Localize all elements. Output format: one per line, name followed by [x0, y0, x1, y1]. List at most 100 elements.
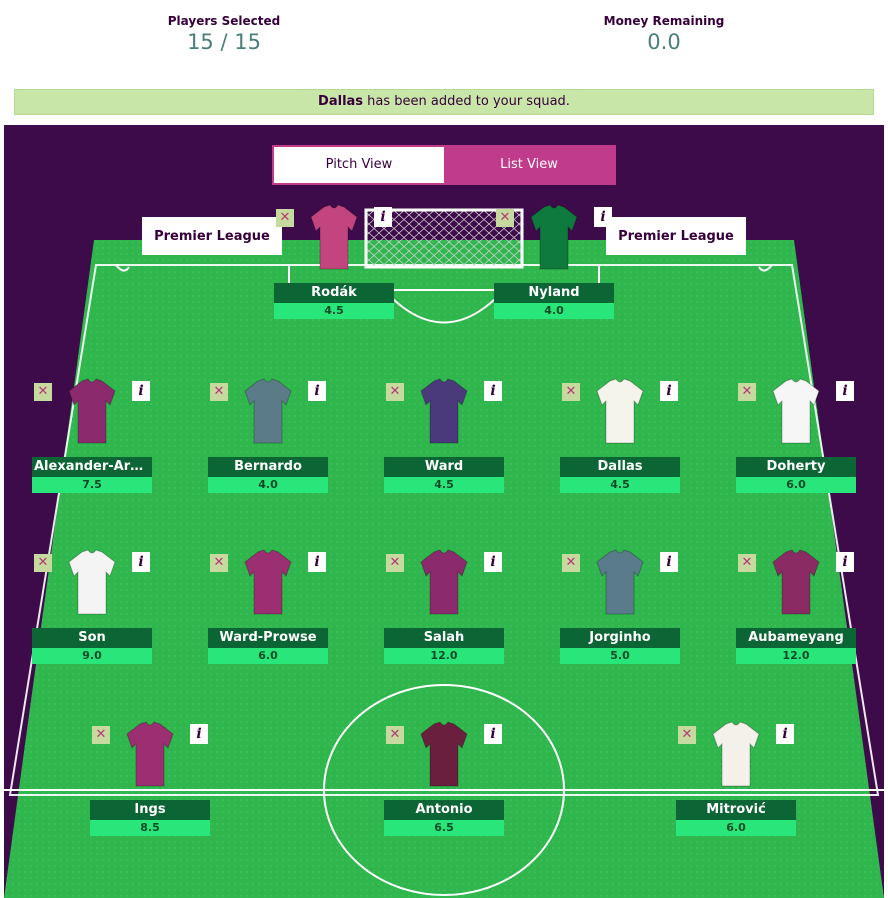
- shirt-icon: [68, 549, 116, 615]
- player-card[interactable]: ✕ i Salah 12.0: [384, 548, 504, 668]
- player-info-icon[interactable]: i: [484, 381, 502, 401]
- player-name: Nyland: [494, 283, 614, 303]
- player-info-icon[interactable]: i: [776, 724, 794, 744]
- shirt-icon: [530, 204, 578, 270]
- shirt-icon: [68, 378, 116, 444]
- player-name: Salah: [384, 628, 504, 648]
- player-info-icon[interactable]: i: [190, 724, 208, 744]
- player-card[interactable]: ✕ i Ward-Prowse 6.0: [208, 548, 328, 668]
- pitch-area: Pitch View List View Premier League Prem…: [4, 125, 884, 898]
- player-price: 6.5: [384, 820, 504, 836]
- shirt-icon: [596, 378, 644, 444]
- remove-player-icon[interactable]: ✕: [678, 726, 696, 744]
- player-info-icon[interactable]: i: [660, 552, 678, 572]
- player-card[interactable]: ✕ i Mitrović 6.0: [676, 720, 796, 840]
- player-name: Antonio: [384, 800, 504, 820]
- player-name: Ings: [90, 800, 210, 820]
- shirt-icon: [420, 721, 468, 787]
- shirt-icon: [712, 721, 760, 787]
- player-name: Ward: [384, 457, 504, 477]
- remove-player-icon[interactable]: ✕: [496, 209, 514, 227]
- remove-player-icon[interactable]: ✕: [210, 383, 228, 401]
- shirt-icon: [244, 378, 292, 444]
- player-card[interactable]: ✕ i Antonio 6.5: [384, 720, 504, 840]
- premier-league-logo-left: Premier League: [154, 228, 270, 244]
- player-card[interactable]: ✕ i Son 9.0: [32, 548, 152, 668]
- shirt-icon: [244, 549, 292, 615]
- player-info-icon[interactable]: i: [374, 207, 392, 227]
- player-info-icon[interactable]: i: [308, 552, 326, 572]
- player-name: Aubameyang: [736, 628, 856, 648]
- player-price: 4.0: [494, 303, 614, 319]
- player-card[interactable]: ✕ i Jorginho 5.0: [560, 548, 680, 668]
- shirt-icon: [772, 549, 820, 615]
- players-selected-value: 15 / 15: [187, 30, 261, 54]
- players-selected: Players Selected 15 / 15: [114, 14, 334, 54]
- player-info-icon[interactable]: i: [484, 724, 502, 744]
- remove-player-icon[interactable]: ✕: [738, 554, 756, 572]
- pitch-view-button[interactable]: Pitch View: [274, 147, 444, 183]
- player-name: Dallas: [560, 457, 680, 477]
- shirt-icon: [772, 378, 820, 444]
- player-price: 6.0: [736, 477, 856, 493]
- player-price: 6.0: [676, 820, 796, 836]
- player-card[interactable]: ✕ i Bernardo 4.0: [208, 377, 328, 497]
- remove-player-icon[interactable]: ✕: [386, 383, 404, 401]
- premier-league-board-left: Premier League: [142, 217, 282, 255]
- player-price: 12.0: [736, 648, 856, 664]
- player-info-icon[interactable]: i: [132, 552, 150, 572]
- player-card[interactable]: ✕ i Dallas 4.5: [560, 377, 680, 497]
- stats-bar: Players Selected 15 / 15 Money Remaining…: [0, 0, 888, 88]
- player-name: Doherty: [736, 457, 856, 477]
- player-card[interactable]: ✕ i Alexander-Arno... 7.5: [32, 377, 152, 497]
- player-price: 6.0: [208, 648, 328, 664]
- player-price: 12.0: [384, 648, 504, 664]
- player-info-icon[interactable]: i: [484, 552, 502, 572]
- player-card[interactable]: ✕ i Ings 8.5: [90, 720, 210, 840]
- player-info-icon[interactable]: i: [308, 381, 326, 401]
- premier-league-board-right: Premier League: [606, 217, 746, 255]
- player-info-icon[interactable]: i: [660, 381, 678, 401]
- players-selected-label: Players Selected: [167, 14, 281, 28]
- player-price: 9.0: [32, 648, 152, 664]
- remove-player-icon[interactable]: ✕: [386, 554, 404, 572]
- player-name: Jorginho: [560, 628, 680, 648]
- shirt-icon: [420, 378, 468, 444]
- remove-player-icon[interactable]: ✕: [738, 383, 756, 401]
- list-view-button[interactable]: List View: [444, 147, 614, 183]
- player-price: 4.5: [274, 303, 394, 319]
- player-price: 5.0: [560, 648, 680, 664]
- premier-league-logo-right: Premier League: [618, 228, 734, 244]
- money-remaining-label: Money Remaining: [603, 14, 725, 28]
- remove-player-icon[interactable]: ✕: [92, 726, 110, 744]
- player-name: Alexander-Arno...: [32, 457, 152, 477]
- player-card[interactable]: ✕ i Nyland 4.0: [494, 203, 614, 323]
- player-card[interactable]: ✕ i Doherty 6.0: [736, 377, 856, 497]
- player-price: 7.5: [32, 477, 152, 493]
- shirt-icon: [310, 204, 358, 270]
- player-info-icon[interactable]: i: [836, 552, 854, 572]
- notice-player-name: Dallas: [318, 94, 364, 109]
- remove-player-icon[interactable]: ✕: [562, 383, 580, 401]
- player-info-icon[interactable]: i: [594, 207, 612, 227]
- remove-player-icon[interactable]: ✕: [386, 726, 404, 744]
- player-price: 4.5: [384, 477, 504, 493]
- remove-player-icon[interactable]: ✕: [210, 554, 228, 572]
- player-card[interactable]: ✕ i Ward 4.5: [384, 377, 504, 497]
- player-name: Son: [32, 628, 152, 648]
- player-info-icon[interactable]: i: [132, 381, 150, 401]
- player-card[interactable]: ✕ i Rodák 4.5: [274, 203, 394, 323]
- player-card[interactable]: ✕ i Aubameyang 12.0: [736, 548, 856, 668]
- player-name: Ward-Prowse: [208, 628, 328, 648]
- player-price: 4.5: [560, 477, 680, 493]
- player-info-icon[interactable]: i: [836, 381, 854, 401]
- remove-player-icon[interactable]: ✕: [34, 554, 52, 572]
- shirt-icon: [126, 721, 174, 787]
- squad-notice: Dallas has been added to your squad.: [14, 89, 874, 115]
- player-name: Bernardo: [208, 457, 328, 477]
- money-remaining: Money Remaining 0.0: [554, 14, 774, 54]
- notice-message: has been added to your squad.: [363, 94, 570, 109]
- remove-player-icon[interactable]: ✕: [276, 209, 294, 227]
- remove-player-icon[interactable]: ✕: [34, 383, 52, 401]
- remove-player-icon[interactable]: ✕: [562, 554, 580, 572]
